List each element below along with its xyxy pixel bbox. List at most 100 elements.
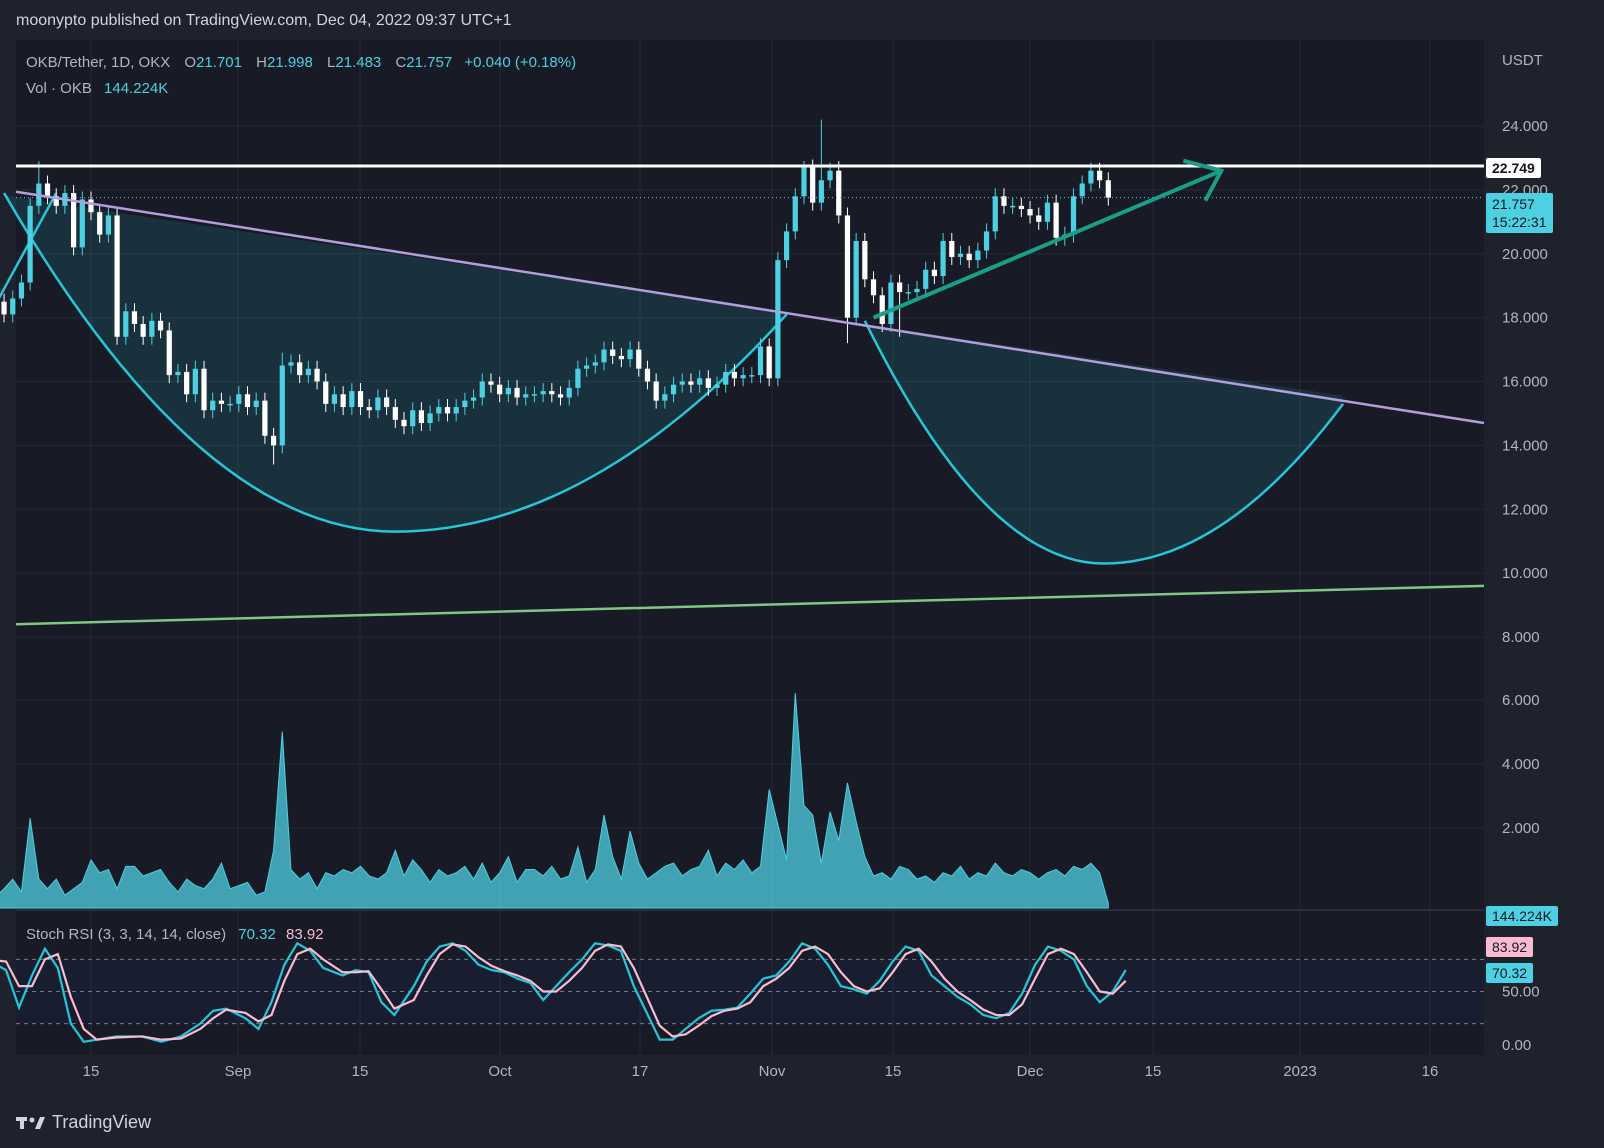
candle-body — [297, 362, 303, 376]
candle-body — [566, 387, 572, 398]
stoch-legend[interactable]: Stoch RSI (3, 3, 14, 14, close) 70.32 83… — [26, 926, 324, 943]
currency-label: USDT — [1502, 52, 1543, 69]
candle-body — [1001, 196, 1007, 206]
candle-body — [236, 394, 242, 404]
candle-body — [740, 375, 746, 379]
candle-body — [1096, 170, 1103, 181]
candle-body — [357, 391, 364, 408]
candle-body — [279, 365, 285, 446]
candle-body — [436, 407, 442, 414]
price-tick-label: 8.000 — [1502, 629, 1540, 646]
candle-body — [836, 170, 842, 216]
candle-body — [1088, 170, 1094, 184]
time-tick-label: Dec — [1017, 1063, 1044, 1080]
candle-body — [97, 212, 103, 235]
candle-body — [140, 324, 146, 337]
candle-body — [340, 394, 346, 408]
price-tick-label: 24.000 — [1502, 118, 1548, 135]
candle-body — [653, 381, 659, 401]
candle-body — [10, 298, 16, 315]
candle-body — [470, 397, 477, 401]
candle-body — [679, 381, 685, 385]
candle-body — [479, 381, 485, 398]
candle-body — [549, 391, 555, 395]
tradingview-logo[interactable]: TradingView — [16, 1112, 151, 1133]
candle-body — [79, 199, 85, 248]
stoch-tick-label: 0.00 — [1502, 1037, 1531, 1054]
candle-body — [662, 394, 668, 401]
volume-label: Vol · OKB — [26, 80, 92, 97]
stoch-k-tag: 70.32 — [1486, 963, 1534, 983]
candle-body — [792, 196, 798, 232]
candle-body — [384, 397, 390, 408]
volume-tick-label: 6.000 — [1502, 692, 1540, 709]
candle-body — [123, 311, 129, 337]
candle-body — [575, 368, 581, 388]
candle-body — [723, 371, 729, 385]
candle-body — [949, 240, 955, 257]
candle-body — [1018, 205, 1024, 210]
volume-tick-label: 2.000 — [1502, 820, 1540, 837]
candle-body — [157, 320, 164, 331]
candle-body — [366, 407, 372, 411]
last-price: 21.757 — [1492, 196, 1535, 212]
stoch-label: Stoch RSI (3, 3, 14, 14, close) — [26, 926, 227, 943]
candle-body — [627, 349, 633, 360]
candle-body — [618, 355, 624, 360]
candle-body — [775, 260, 781, 379]
candle-body — [1044, 202, 1051, 222]
candle-body — [453, 407, 459, 414]
close-value: 21.757 — [406, 54, 453, 71]
candle-body — [540, 391, 546, 395]
candle-body — [323, 381, 329, 404]
candle-body — [749, 375, 755, 377]
candle-body — [1105, 180, 1111, 198]
candle-body — [149, 320, 155, 337]
candle-body — [592, 362, 598, 366]
candle-body — [923, 269, 929, 289]
candle-body — [392, 407, 398, 420]
candle-body — [192, 368, 198, 395]
candle-body — [1010, 205, 1016, 208]
candle-body — [331, 394, 338, 404]
publisher-bar: moonypto published on TradingView.com, D… — [0, 0, 1604, 40]
time-tick-label: Oct — [488, 1063, 512, 1080]
candle-body — [992, 196, 998, 232]
price-tick-label: 12.000 — [1502, 501, 1548, 518]
candle-body — [314, 368, 320, 382]
candle-body — [1053, 202, 1059, 238]
candle-body — [514, 387, 520, 398]
candle-body — [636, 349, 642, 369]
candle-body — [731, 371, 738, 379]
bar-countdown: 15:22:31 — [1492, 214, 1547, 230]
candle-body — [818, 180, 824, 203]
candle-body — [766, 346, 772, 379]
symbol-legend[interactable]: OKB/Tether, 1D, OKX O21.701 H21.998 L21.… — [26, 54, 576, 71]
time-tick-label: 15 — [1145, 1063, 1162, 1080]
candle-body — [783, 231, 790, 261]
candle-body — [418, 410, 425, 424]
stoch-d-value: 83.92 — [286, 926, 324, 943]
candle-body — [975, 250, 981, 261]
price-tick-label: 18.000 — [1502, 310, 1548, 327]
stoch-k-value: 70.32 — [238, 926, 276, 943]
open-label: O — [184, 54, 197, 71]
volume-tag: 144.224K — [1486, 906, 1558, 926]
tradingview-logo-icon — [16, 1116, 45, 1129]
candle-body — [227, 403, 233, 406]
time-tick-label: Nov — [759, 1063, 786, 1080]
candle-body — [897, 282, 903, 293]
price-tick-label: 16.000 — [1502, 374, 1548, 391]
candle-body — [201, 368, 207, 411]
candle-body — [184, 371, 190, 395]
candle-body — [644, 368, 651, 382]
candle-body — [827, 170, 833, 181]
candle-body — [244, 394, 251, 408]
volume-legend[interactable]: Vol · OKB 144.224K — [26, 80, 168, 97]
candle-body — [697, 378, 703, 385]
candle-body — [844, 215, 851, 318]
volume-value: 144.224K — [104, 80, 169, 97]
candle-body — [262, 400, 268, 436]
candle-body — [957, 253, 964, 257]
open-value: 21.701 — [196, 54, 242, 71]
